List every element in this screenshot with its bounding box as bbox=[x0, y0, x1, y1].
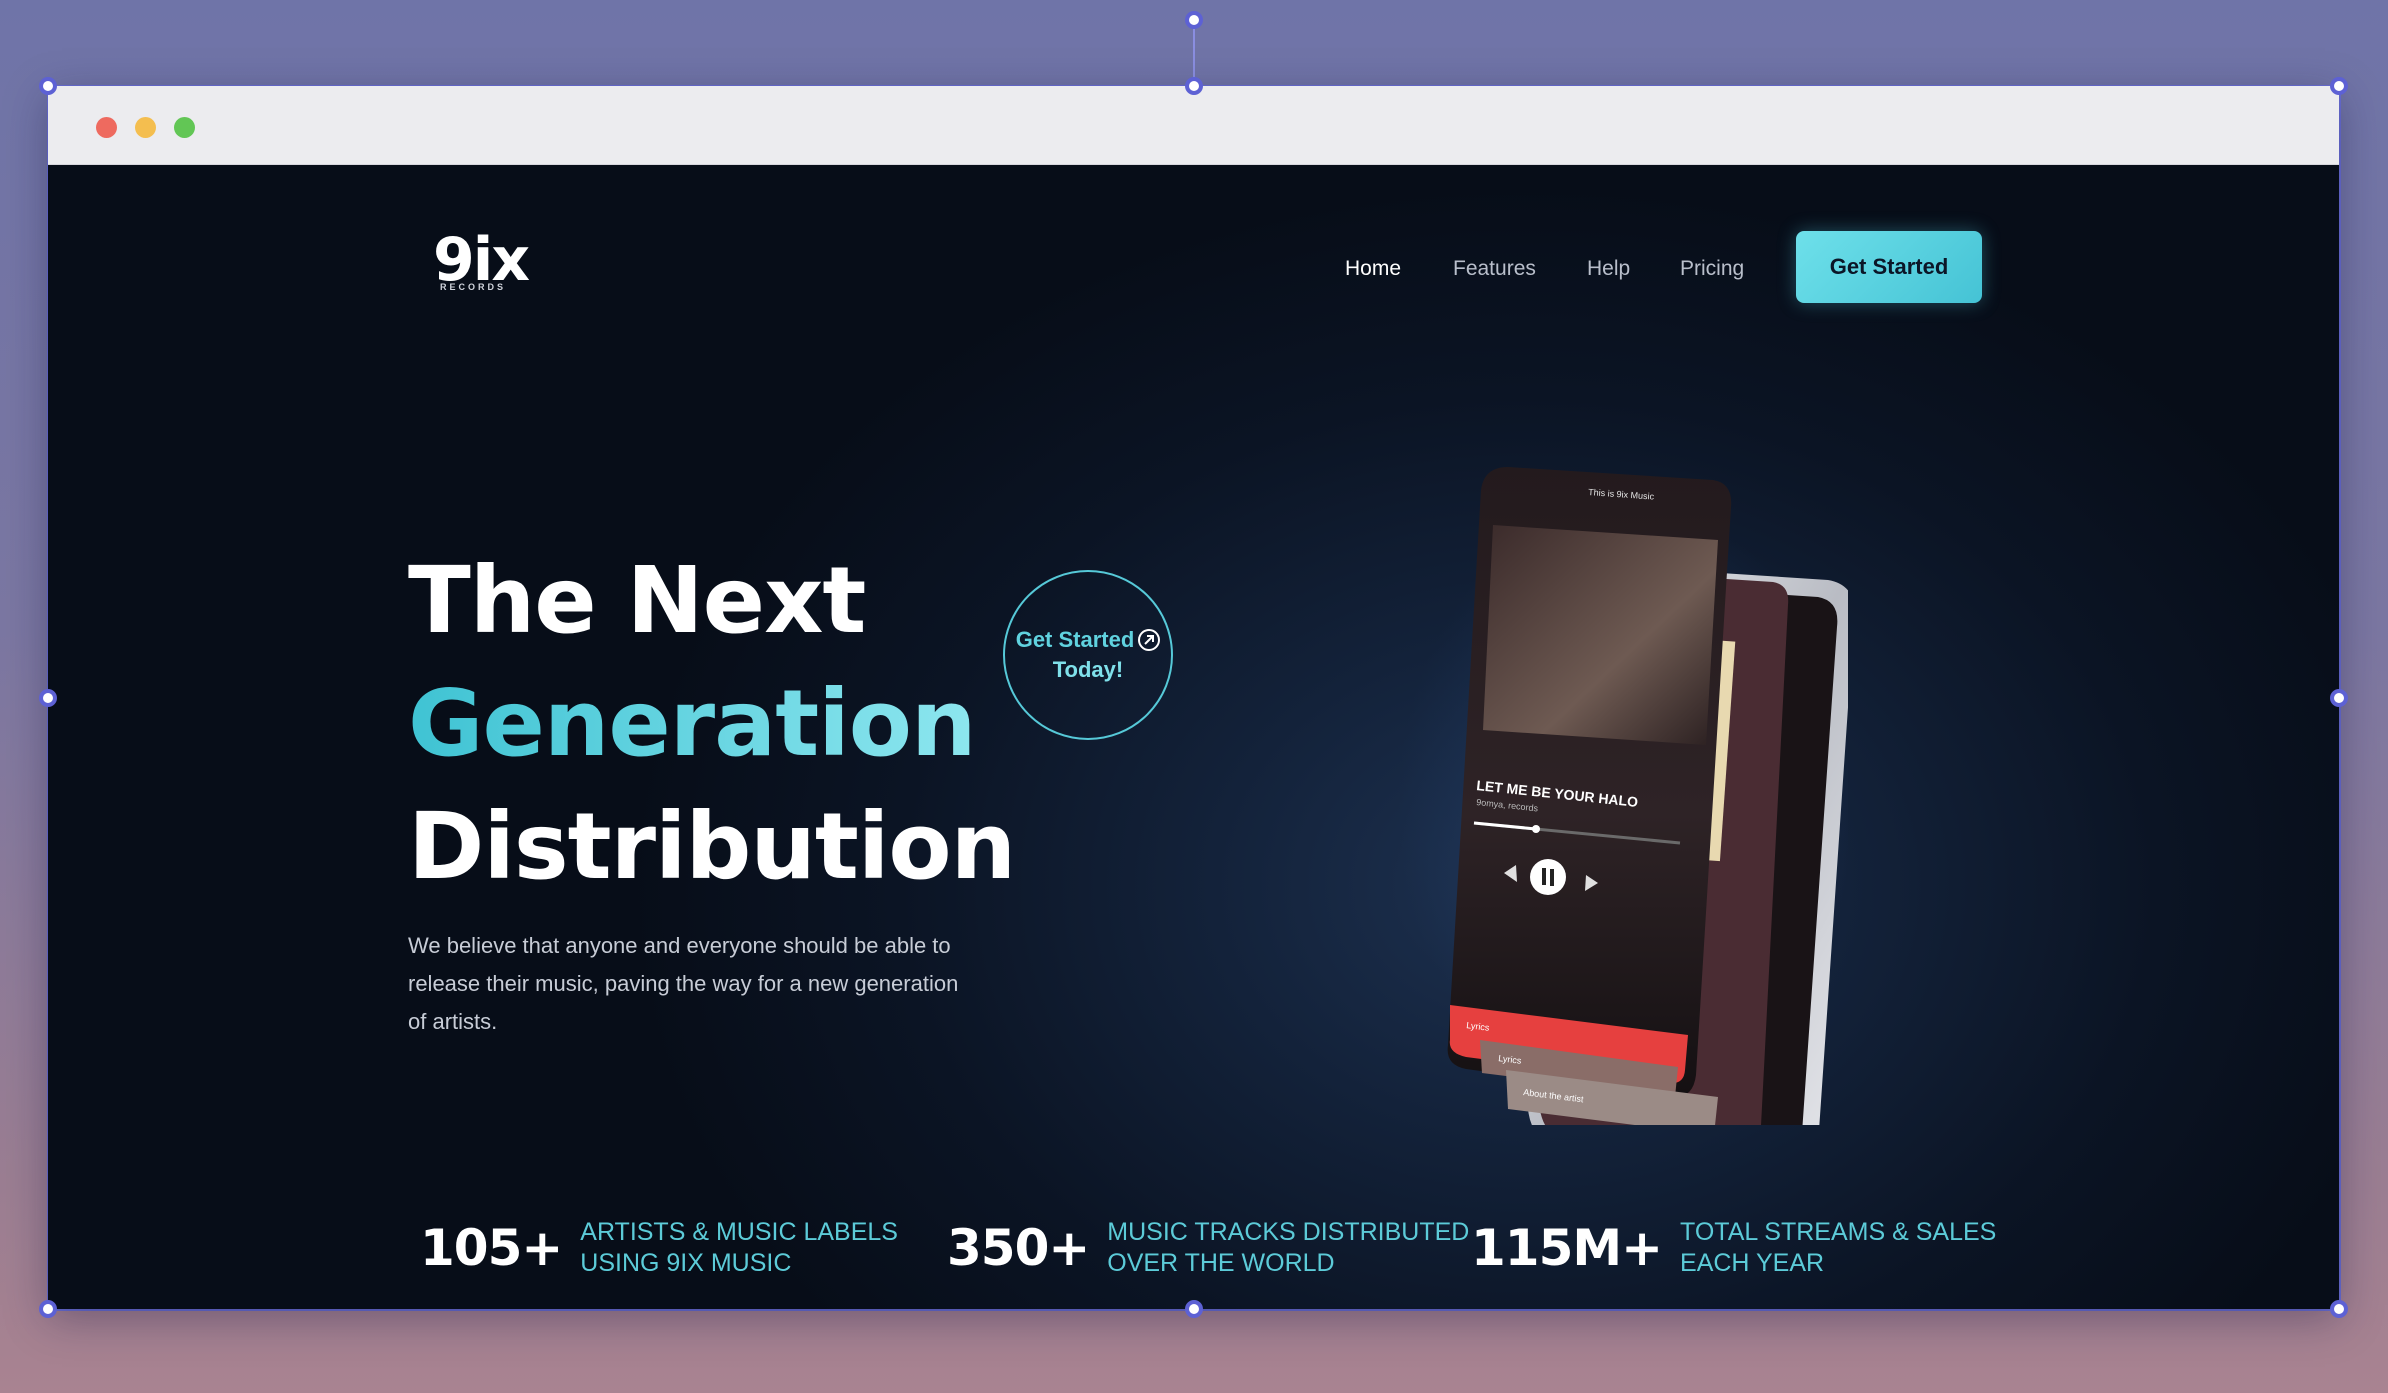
brand-logo-subtitle: RECORDS bbox=[440, 282, 507, 292]
circle-cta-label-2: Today! bbox=[1052, 657, 1124, 682]
nav-link-features[interactable]: Features bbox=[1453, 257, 1536, 281]
get-started-button[interactable]: Get Started bbox=[1796, 231, 1982, 303]
nav-link-home[interactable]: Home bbox=[1345, 257, 1401, 281]
nav-link-help[interactable]: Help bbox=[1587, 257, 1630, 281]
nav-link-pricing[interactable]: Pricing bbox=[1680, 257, 1744, 281]
resize-handle-top-left[interactable] bbox=[39, 77, 57, 95]
minimize-window-button[interactable] bbox=[135, 117, 156, 138]
resize-handle-bottom[interactable] bbox=[1185, 1300, 1203, 1318]
hero-title-line-3: Distribution bbox=[408, 793, 1016, 900]
landing-page: 9ix RECORDS Home Features Help Pricing G… bbox=[48, 165, 2339, 1309]
browser-window: 9ix RECORDS Home Features Help Pricing G… bbox=[48, 86, 2339, 1309]
maximize-window-button[interactable] bbox=[174, 117, 195, 138]
window-titlebar bbox=[48, 86, 2339, 165]
phone-album-art bbox=[1483, 525, 1718, 745]
brand-logo[interactable]: 9ix bbox=[433, 230, 530, 290]
hero-description: We believe that anyone and everyone shou… bbox=[408, 933, 959, 1034]
resize-handle-right[interactable] bbox=[2330, 689, 2348, 707]
phone-pause-button bbox=[1530, 859, 1566, 895]
hero-title-line-1: The Next bbox=[408, 547, 866, 654]
arrow-up-right-icon bbox=[1138, 629, 1161, 651]
stat-tracks: 350+ MUSIC TRACKS DISTRIBUTED OVER THE W… bbox=[947, 1217, 1469, 1279]
stat-number: 105+ bbox=[420, 1219, 563, 1277]
phone-mockup: This is 9ix Music LET ME BE YOUR HALO 9o… bbox=[1388, 445, 1858, 1181]
stat-number: 350+ bbox=[947, 1219, 1090, 1277]
circle-cta-label: Get Started bbox=[1015, 627, 1135, 652]
resize-handle-bottom-left[interactable] bbox=[39, 1300, 57, 1318]
get-started-today-button[interactable]: Get Started Today! bbox=[1003, 570, 1173, 740]
stat-label-line-1: TOTAL STREAMS & SALES bbox=[1680, 1218, 1997, 1246]
stat-streams: 115M+ TOTAL STREAMS & SALES EACH YEAR bbox=[1471, 1217, 1996, 1279]
stat-label-line-2: OVER THE WORLD bbox=[1107, 1249, 1335, 1277]
resize-handle-top-right[interactable] bbox=[2330, 77, 2348, 95]
stat-label-line-2: EACH YEAR bbox=[1680, 1249, 1825, 1277]
close-window-button[interactable] bbox=[96, 117, 117, 138]
stat-label-line-1: ARTISTS & MUSIC LABELS bbox=[580, 1218, 898, 1246]
stat-label-line-1: MUSIC TRACKS DISTRIBUTED bbox=[1107, 1218, 1470, 1246]
resize-handle-left[interactable] bbox=[39, 689, 57, 707]
stat-label-line-2: USING 9IX MUSIC bbox=[580, 1249, 792, 1277]
resize-handle-bottom-right[interactable] bbox=[2330, 1300, 2348, 1318]
stat-number: 115M+ bbox=[1471, 1219, 1663, 1277]
stat-artists: 105+ ARTISTS & MUSIC LABELS USING 9IX MU… bbox=[420, 1217, 898, 1279]
phone-progress-knob bbox=[1532, 825, 1540, 833]
rotate-handle[interactable] bbox=[1185, 11, 1203, 29]
hero-title-line-2: Generation bbox=[408, 670, 976, 777]
resize-handle-top[interactable] bbox=[1185, 77, 1203, 95]
